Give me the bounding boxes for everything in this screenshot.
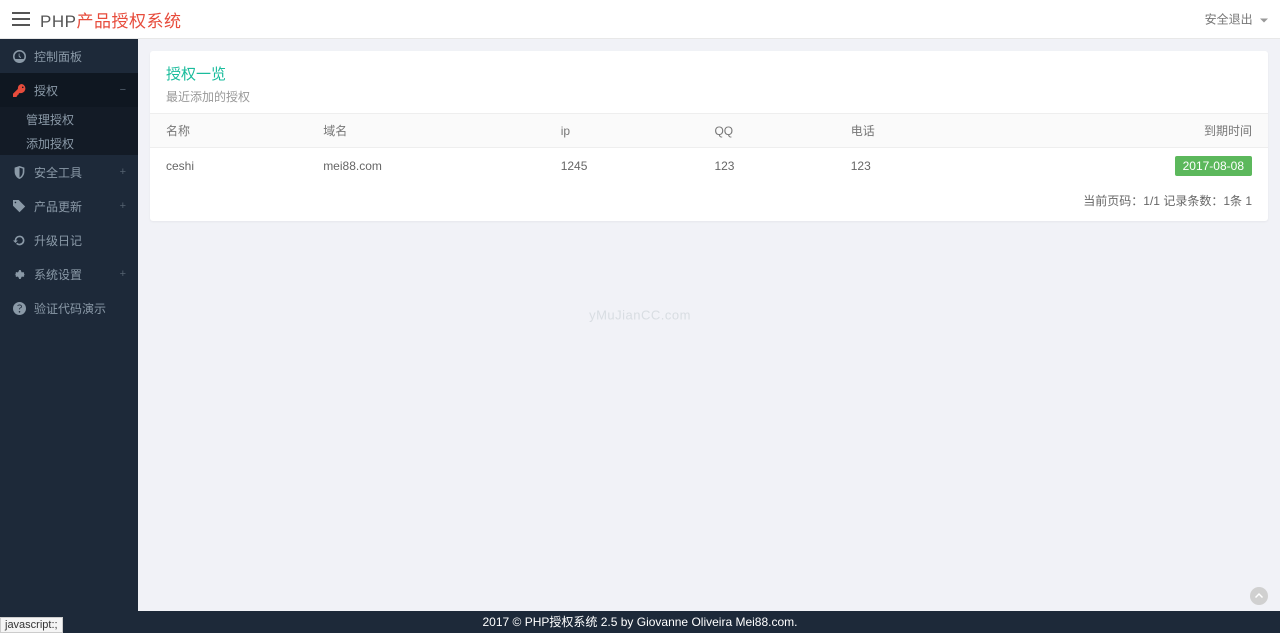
th-domain: 域名 [307, 114, 545, 148]
sidebar-item-dashboard[interactable]: 控制面板 [0, 39, 138, 73]
sidebar-label: 产品更新 [34, 198, 120, 215]
tags-icon [12, 199, 26, 213]
cell-expire: 2017-08-08 [981, 148, 1268, 185]
sidebar-item-security[interactable]: 安全工具 + [0, 155, 138, 189]
caret-down-icon [1260, 18, 1268, 22]
brand-cn: 产品授权系统 [76, 12, 181, 31]
brand-title: PHP产品授权系统 [40, 7, 181, 32]
expire-badge: 2017-08-08 [1175, 156, 1252, 176]
refresh-icon [12, 233, 26, 247]
th-ip: ip [545, 114, 699, 148]
menu-toggle-icon[interactable] [12, 12, 30, 26]
table-header-row: 名称 域名 ip QQ 电话 到期时间 [150, 114, 1268, 148]
sidebar-item-updates[interactable]: 产品更新 + [0, 189, 138, 223]
expand-icon: + [120, 166, 126, 178]
expand-icon: + [120, 200, 126, 212]
sidebar-submenu-auth: 管理授权 添加授权 [0, 107, 138, 155]
footer: 2017 © PHP授权系统 2.5 by Giovanne Oliveira … [0, 611, 1280, 633]
sidebar-subitem-add-auth[interactable]: 添加授权 [0, 131, 138, 155]
sidebar-item-settings[interactable]: 系统设置 + [0, 257, 138, 291]
sidebar-label: 控制面板 [34, 48, 126, 65]
shield-icon [12, 165, 26, 179]
table-row[interactable]: ceshi mei88.com 1245 123 123 2017-08-08 [150, 148, 1268, 185]
th-phone: 电话 [835, 114, 982, 148]
sidebar-subitem-manage-auth[interactable]: 管理授权 [0, 107, 138, 131]
cell-ip: 1245 [545, 148, 699, 185]
cell-phone: 123 [835, 148, 982, 185]
logout-label: 安全退出 [1205, 13, 1253, 27]
sidebar-item-upgradelog[interactable]: 升级日记 [0, 223, 138, 257]
cell-domain: mei88.com [307, 148, 545, 185]
main-content: 授权一览 最近添加的授权 名称 域名 ip QQ 电话 到期时间 ceshi m… [138, 39, 1280, 611]
panel-subtitle: 最近添加的授权 [166, 88, 1252, 105]
sidebar-item-codedemo[interactable]: 验证代码演示 [0, 291, 138, 325]
logout-dropdown[interactable]: 安全退出 [1205, 11, 1268, 28]
sidebar: 控制面板 授权 − 管理授权 添加授权 安全工具 + 产品更新 + 升级日记 系… [0, 39, 138, 611]
question-icon [12, 301, 26, 315]
cell-name: ceshi [150, 148, 307, 185]
cogs-icon [12, 267, 26, 281]
header: PHP产品授权系统 安全退出 [0, 0, 1280, 39]
dashboard-icon [12, 49, 26, 63]
sidebar-label: 安全工具 [34, 164, 120, 181]
sidebar-label: 系统设置 [34, 266, 120, 283]
scroll-top-button[interactable] [1250, 587, 1268, 605]
panel-auth-list: 授权一览 最近添加的授权 名称 域名 ip QQ 电话 到期时间 ceshi m… [150, 51, 1268, 221]
th-name: 名称 [150, 114, 307, 148]
key-icon [12, 83, 26, 97]
sidebar-label: 授权 [34, 82, 120, 99]
auth-table: 名称 域名 ip QQ 电话 到期时间 ceshi mei88.com 1245… [150, 113, 1268, 184]
collapse-icon: − [120, 84, 126, 96]
browser-status-bar: javascript:; [0, 617, 63, 633]
sidebar-item-auth[interactable]: 授权 − [0, 73, 138, 107]
sidebar-label: 升级日记 [34, 232, 126, 249]
chevron-up-icon [1254, 591, 1264, 601]
cell-qq: 123 [698, 148, 834, 185]
brand-php: PHP [40, 12, 76, 31]
expand-icon: + [120, 268, 126, 280]
panel-title: 授权一览 [166, 63, 1252, 84]
pagination-info: 当前页码：1/1 记录条数：1条 1 [150, 184, 1268, 221]
th-expire: 到期时间 [981, 114, 1268, 148]
th-qq: QQ [698, 114, 834, 148]
sidebar-label: 验证代码演示 [34, 300, 126, 317]
panel-header: 授权一览 最近添加的授权 [150, 51, 1268, 113]
